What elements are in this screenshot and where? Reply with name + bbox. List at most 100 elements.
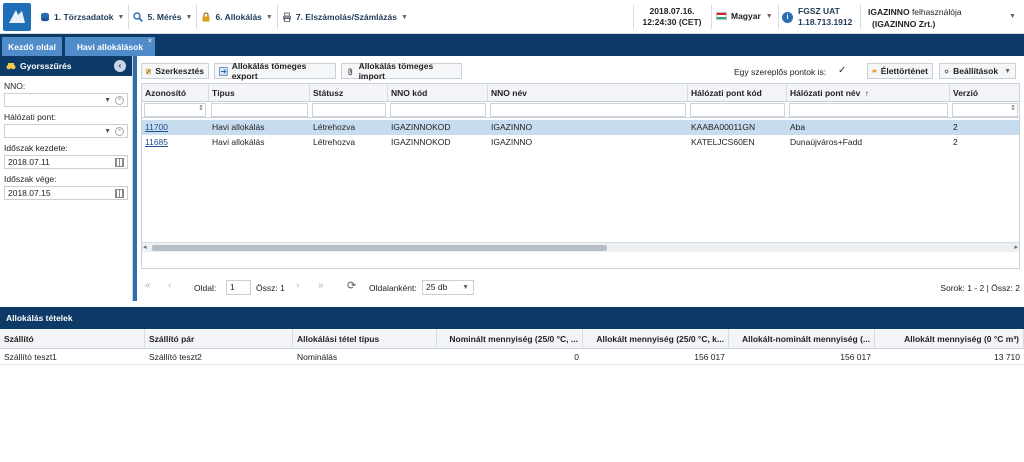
column-header-point-code[interactable]: Hálózati pont kód [688, 84, 787, 102]
period-end-field[interactable]: 2018.07.15 [4, 186, 128, 200]
first-page-icon[interactable]: « [145, 280, 151, 291]
chevron-down-icon[interactable]: ▼ [104, 95, 111, 107]
chevron-down-icon: ▼ [400, 13, 408, 21]
spinner-icon[interactable]: ⇕ [198, 104, 204, 112]
menu-elszamolas[interactable]: 7. Elszámolás/Számlázás ▼ [278, 0, 412, 34]
previous-page-icon[interactable]: ‹ [168, 280, 171, 291]
item-diff: 156 017 [840, 352, 871, 362]
calendar-icon[interactable] [115, 189, 124, 198]
table-row[interactable]: 11685 Havi allokálás Létrehozva IGAZINNO… [142, 135, 1019, 150]
paperclip-icon [348, 67, 353, 75]
language-selector[interactable]: Magyar ▼ [716, 11, 773, 21]
menu-torzsadatok[interactable]: 1. Törzsadatok ▼ [36, 0, 128, 34]
column-header-nominated[interactable]: Nominált mennyiség (25/0 °C, ... [437, 329, 583, 349]
column-header-allocated[interactable]: Allokált mennyiség (25/0 °C, k... [583, 329, 729, 349]
column-header-nno-code[interactable]: NNO kód [388, 84, 488, 102]
filter-nno-name-input[interactable] [490, 103, 686, 117]
datetime-display: 2018.07.16. 12:24:30 (CET) [637, 6, 707, 28]
rows-summary: Sorok: 1 - 2 | Össz: 2 [940, 283, 1020, 293]
column-header-point-name[interactable]: Hálózati pont név ↑ [787, 84, 950, 102]
column-header-allocated-0c[interactable]: Allokált mennyiség (0 °C m³) [875, 329, 1024, 349]
spinner-icon[interactable]: ⇕ [1010, 104, 1016, 112]
filter-point-name-input[interactable] [789, 103, 948, 117]
column-header-item-type[interactable]: Allokálási tétel típus [293, 329, 437, 349]
filter-type-input[interactable] [211, 103, 308, 117]
close-icon[interactable]: × [148, 38, 152, 45]
filter-point-code-input[interactable] [690, 103, 785, 117]
nno-select[interactable]: ▼ × [4, 93, 128, 107]
network-point-select[interactable]: ▼ × [4, 124, 128, 138]
filter-status-input[interactable] [312, 103, 386, 117]
next-page-icon[interactable]: › [296, 280, 299, 291]
table-row[interactable]: 11700 Havi allokálás Létrehozva IGAZINNO… [142, 120, 1019, 135]
import-button[interactable]: Allokálás tömeges import [341, 61, 462, 81]
speech-bubble-icon [872, 69, 877, 73]
row-type: Havi allokálás [212, 122, 265, 132]
row-nno-name: IGAZINNO [491, 122, 533, 132]
collapse-left-icon[interactable]: ‹ [114, 60, 126, 72]
quick-filter-header: Gyorsszűrés ‹ [0, 56, 132, 76]
tab-monthly-allocations[interactable]: Havi allokálások × [65, 37, 155, 56]
history-button[interactable]: Élettörténet [867, 63, 933, 79]
column-header-diff[interactable]: Allokált-nominált mennyiség (... [729, 329, 875, 349]
column-header-version[interactable]: Verzió [950, 84, 1019, 102]
row-id-link[interactable]: 11700 [142, 120, 209, 135]
user-menu[interactable]: IGAZINNO felhasználója (IGAZINNO Zrt.) [868, 6, 962, 30]
row-version: 2 [953, 122, 958, 132]
allocation-items-grid: Szállító Szállító pár Allokálási tétel t… [0, 329, 1024, 462]
export-button[interactable]: Allokálás tömeges export [214, 61, 336, 81]
clear-icon[interactable]: × [115, 96, 124, 105]
row-status: Létrehozva [313, 137, 356, 147]
clear-icon[interactable]: × [115, 127, 124, 136]
table-row[interactable]: Szállító teszt1 Szállító teszt2 Nominálá… [0, 349, 1024, 365]
column-header-supplier-pair[interactable]: Szállító pár [145, 329, 293, 349]
horizontal-scrollbar[interactable]: ◂ ▸ [142, 242, 1019, 252]
row-nno-code: IGAZINNOKOD [391, 137, 451, 147]
column-header-supplier[interactable]: Szállító [0, 329, 145, 349]
allocation-items-header: Allokálás tételek [0, 307, 1024, 329]
tab-home[interactable]: Kezdő oldal [2, 37, 62, 56]
header-divider [711, 5, 712, 29]
menu-meres[interactable]: 5. Mérés ▼ [129, 0, 196, 34]
filter-version-input[interactable]: ⇕ [952, 103, 1018, 117]
single-player-checkbox[interactable]: ✓ [838, 65, 846, 76]
chevron-down-icon[interactable]: ▼ [1009, 13, 1016, 20]
tab-bar: Kezdő oldal Havi allokálások × [0, 34, 1024, 56]
page-input[interactable]: 1 [226, 280, 251, 295]
sort-ascending-icon: ↑ [864, 89, 869, 98]
edit-label: Szerkesztés [155, 66, 204, 76]
row-version: 2 [953, 137, 958, 147]
database-icon [41, 12, 49, 22]
export-label: Allokálás tömeges export [231, 61, 307, 81]
column-header-id[interactable]: Azonosító [142, 84, 209, 102]
column-header-type[interactable]: Típus [209, 84, 310, 102]
column-header-nno-name[interactable]: NNO név [488, 84, 688, 102]
refresh-icon[interactable]: ⟳ [347, 279, 356, 292]
row-nno-name: IGAZINNO [491, 137, 533, 147]
row-id-link[interactable]: 11685 [142, 135, 209, 150]
item-supplier: Szállító teszt1 [4, 352, 57, 362]
version-text: 1.18.713.1912 [798, 17, 853, 27]
app-logo[interactable] [3, 3, 31, 31]
row-status: Létrehozva [313, 122, 356, 132]
chevron-down-icon: ▼ [462, 284, 469, 291]
column-header-status[interactable]: Státusz [310, 84, 388, 102]
menu-label: 5. Mérés [147, 12, 182, 22]
row-type: Havi allokálás [212, 137, 265, 147]
scrollbar-thumb[interactable] [152, 245, 607, 251]
scroll-right-icon[interactable]: ▸ [1014, 243, 1018, 251]
filter-nno-code-input[interactable] [390, 103, 486, 117]
per-page-select[interactable]: 25 db ▼ [422, 280, 474, 295]
period-start-field[interactable]: 2018.07.11 [4, 155, 128, 169]
edit-button[interactable]: Szerkesztés [141, 63, 209, 79]
filter-id-input[interactable]: ⇕ [144, 103, 206, 117]
scroll-left-icon[interactable]: ◂ [143, 243, 147, 251]
last-page-icon[interactable]: » [318, 280, 324, 291]
settings-button[interactable]: Beállítások ▼ [939, 63, 1016, 79]
chevron-down-icon[interactable]: ▼ [104, 126, 111, 138]
user-name: IGAZINNO [868, 7, 910, 17]
info-icon[interactable]: i [782, 11, 793, 23]
menu-allokalas[interactable]: 6. Allokálás ▼ [197, 0, 276, 34]
period-end-value: 2018.07.15 [8, 188, 51, 198]
calendar-icon[interactable] [115, 158, 124, 167]
